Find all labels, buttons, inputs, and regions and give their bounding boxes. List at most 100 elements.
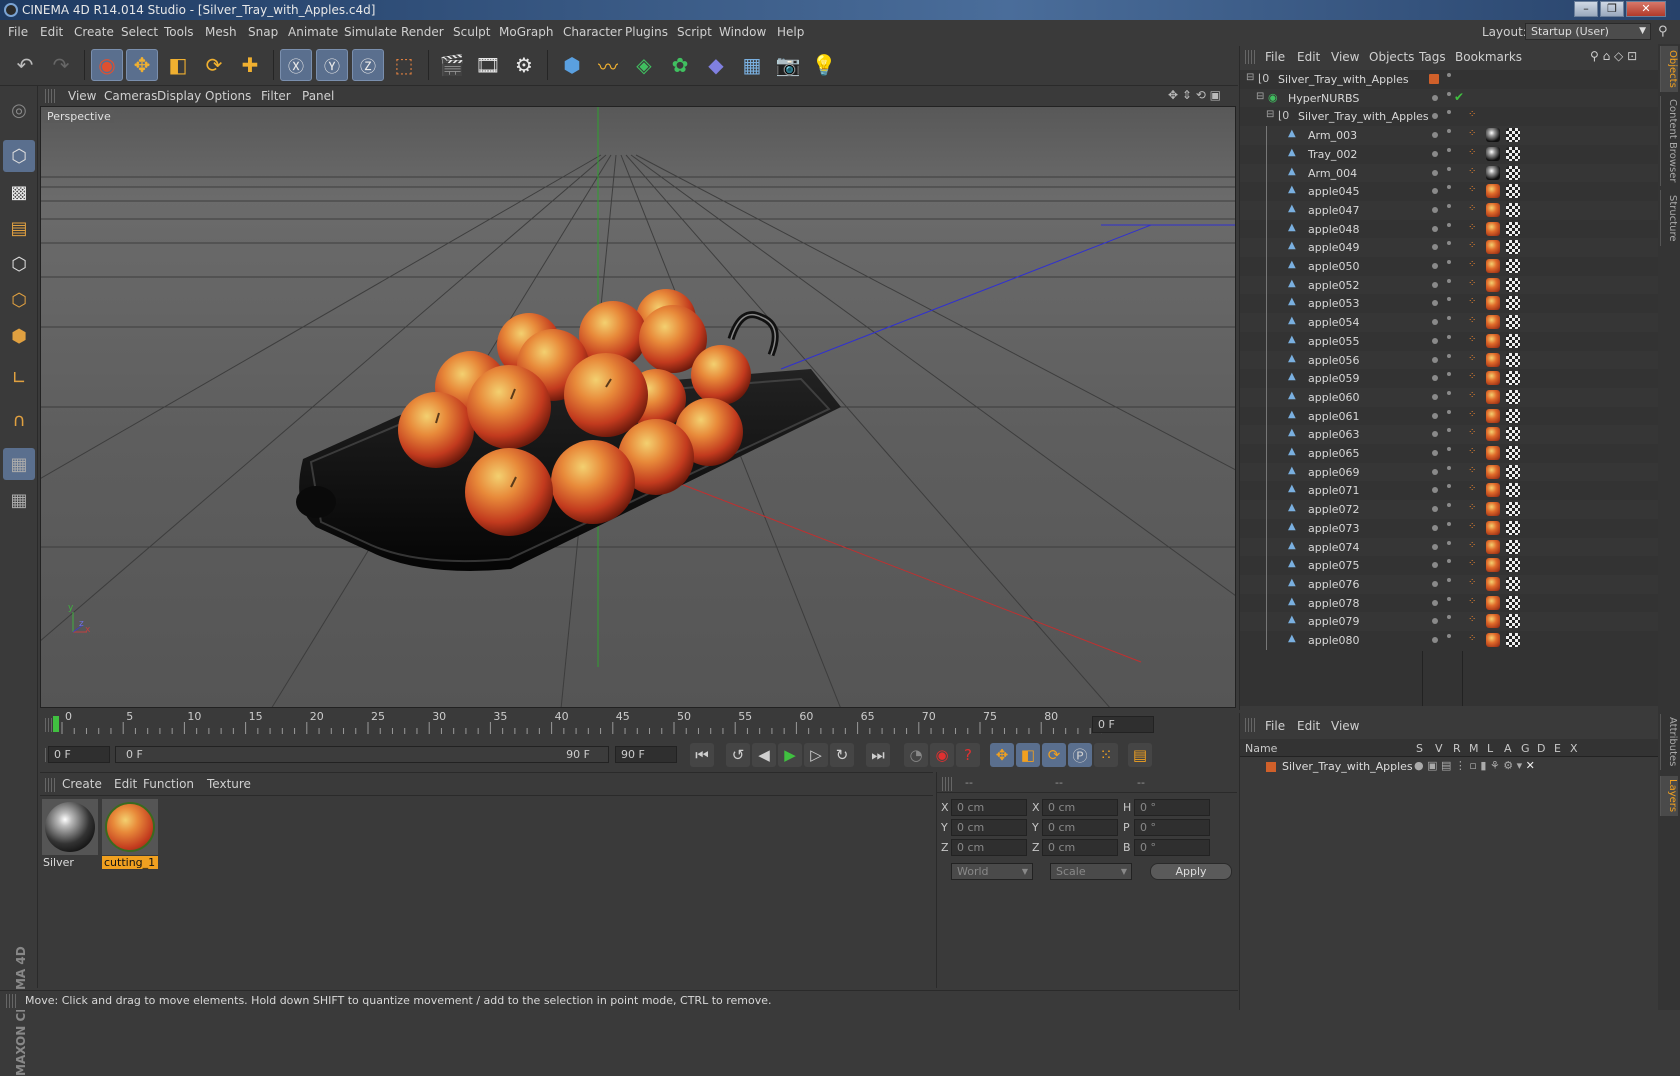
layer-menu-view[interactable]: View bbox=[1331, 719, 1359, 733]
editor-visibility-dot[interactable] bbox=[1432, 244, 1438, 251]
object-name[interactable]: apple061 bbox=[1308, 410, 1360, 423]
phong-tag-icon[interactable]: ⁘ bbox=[1468, 446, 1476, 457]
material-tag-icon[interactable] bbox=[1486, 389, 1500, 404]
object-row[interactable]: ▲ apple050 ⁘ bbox=[1240, 257, 1658, 277]
material-menu-edit[interactable]: Edit bbox=[114, 777, 137, 791]
size-x-field[interactable]: 0 cm bbox=[1042, 799, 1118, 816]
edges-mode-icon[interactable]: ⬡ bbox=[3, 284, 35, 316]
collapse-icon[interactable]: ⊟ bbox=[1266, 109, 1274, 120]
editor-visibility-dot[interactable] bbox=[1432, 206, 1438, 213]
object-row[interactable]: ▲ apple054 ⁘ bbox=[1240, 313, 1658, 334]
size-y-field[interactable]: 0 cm bbox=[1042, 819, 1118, 836]
object-menu-file[interactable]: File bbox=[1265, 50, 1285, 64]
menu-snap[interactable]: Snap bbox=[248, 25, 278, 39]
material-tag-icon[interactable] bbox=[1486, 371, 1500, 386]
texture-tag-icon[interactable] bbox=[1506, 502, 1520, 517]
locked-workplane-icon[interactable]: ▦ bbox=[3, 484, 35, 516]
texture-tag-icon[interactable] bbox=[1506, 633, 1520, 647]
phong-tag-icon[interactable]: ⁘ bbox=[1468, 633, 1476, 644]
viewport-menu-view[interactable]: View bbox=[68, 89, 96, 103]
array-icon[interactable]: ✿ bbox=[664, 49, 696, 81]
render-visibility-dot[interactable] bbox=[1447, 503, 1451, 508]
object-name[interactable]: apple069 bbox=[1308, 466, 1360, 479]
texture-tag-icon[interactable] bbox=[1506, 221, 1520, 236]
nurbs-icon[interactable]: ◈ bbox=[628, 49, 660, 81]
object-name[interactable]: apple055 bbox=[1308, 335, 1360, 348]
key-pla-icon[interactable]: ⁙ bbox=[1094, 743, 1118, 767]
texture-tag-icon[interactable] bbox=[1506, 483, 1520, 498]
object-name[interactable]: apple053 bbox=[1308, 297, 1360, 310]
object-name[interactable]: Silver_Tray_with_Apples bbox=[1298, 110, 1429, 123]
render-visibility-dot[interactable] bbox=[1447, 316, 1451, 321]
object-name[interactable]: apple045 bbox=[1308, 185, 1360, 198]
make-editable-icon[interactable]: ◎ bbox=[3, 94, 35, 126]
editor-visibility-dot[interactable] bbox=[1432, 150, 1438, 157]
render-visibility-dot[interactable] bbox=[1447, 110, 1451, 115]
texture-tag-icon[interactable] bbox=[1506, 184, 1520, 199]
maximize-button[interactable]: ❐ bbox=[1600, 1, 1624, 17]
render-visibility-dot[interactable] bbox=[1447, 559, 1451, 564]
phong-tag-icon[interactable]: ⁘ bbox=[1468, 502, 1476, 513]
phong-tag-icon[interactable]: ⁘ bbox=[1468, 259, 1476, 270]
move-tool-icon[interactable]: ✥ bbox=[126, 49, 158, 81]
texture-tag-icon[interactable] bbox=[1506, 259, 1520, 273]
menu-help[interactable]: Help bbox=[777, 25, 804, 39]
phong-tag-icon[interactable]: ⁘ bbox=[1468, 166, 1476, 177]
menu-mograph[interactable]: MoGraph bbox=[499, 25, 554, 39]
render-visibility-dot[interactable] bbox=[1447, 91, 1451, 96]
layer-flag-icons[interactable]: ● ▣ ▤ ⋮ ▫ ▮ ⚘ ⚙ ▾ ✕ bbox=[1414, 759, 1535, 772]
material-tag-icon[interactable] bbox=[1486, 352, 1500, 367]
polygons-mode-icon[interactable]: ⬢ bbox=[3, 320, 35, 352]
render-visibility-dot[interactable] bbox=[1447, 521, 1451, 526]
object-row[interactable]: ⊟ ◉ HyperNURBS ✔ bbox=[1240, 88, 1658, 109]
menu-sculpt[interactable]: Sculpt bbox=[453, 25, 490, 39]
y-axis-lock-icon[interactable]: Ⓨ bbox=[316, 49, 348, 81]
camera-icon[interactable]: 📷 bbox=[772, 49, 804, 81]
object-menu-edit[interactable]: Edit bbox=[1297, 50, 1320, 64]
key-parameter-icon[interactable]: Ⓟ bbox=[1068, 743, 1092, 767]
go-to-end-icon[interactable]: ⏭ bbox=[866, 743, 890, 767]
texture-tag-icon[interactable] bbox=[1506, 389, 1520, 404]
phong-tag-icon[interactable]: ⁘ bbox=[1468, 240, 1476, 251]
phong-tag-icon[interactable]: ⁘ bbox=[1468, 577, 1476, 588]
render-visibility-dot[interactable] bbox=[1447, 185, 1451, 190]
material-tag-icon[interactable] bbox=[1486, 259, 1500, 273]
object-name[interactable]: apple073 bbox=[1308, 522, 1360, 535]
material-tag-icon[interactable] bbox=[1486, 165, 1500, 180]
phong-tag-icon[interactable]: ⁘ bbox=[1468, 203, 1476, 214]
scheme-settings-icon[interactable]: ▤ bbox=[1128, 743, 1152, 767]
frame-range-slider[interactable]: 0 F 90 F bbox=[115, 746, 609, 763]
object-name[interactable]: Arm_004 bbox=[1308, 167, 1357, 180]
editor-visibility-dot[interactable] bbox=[1432, 599, 1438, 606]
material-cutting-1[interactable]: cutting_1 bbox=[102, 799, 158, 869]
texture-tag-icon[interactable] bbox=[1506, 371, 1520, 386]
end-frame-field[interactable]: 90 F bbox=[615, 746, 677, 763]
next-key-icon[interactable]: ↻ bbox=[830, 743, 854, 767]
close-button[interactable]: ✕ bbox=[1626, 1, 1666, 17]
editor-visibility-dot[interactable] bbox=[1432, 412, 1438, 419]
material-tag-icon[interactable] bbox=[1486, 539, 1500, 554]
phong-tag-icon[interactable]: ⁘ bbox=[1468, 353, 1476, 364]
layer-name[interactable]: Silver_Tray_with_Apples bbox=[1282, 760, 1413, 773]
material-tag-icon[interactable] bbox=[1486, 296, 1500, 311]
object-name[interactable]: apple076 bbox=[1308, 578, 1360, 591]
material-tag-icon[interactable] bbox=[1486, 277, 1500, 292]
material-tag-icon[interactable] bbox=[1486, 614, 1500, 629]
phong-tag-icon[interactable]: ⁘ bbox=[1468, 409, 1476, 420]
object-name[interactable]: apple079 bbox=[1308, 615, 1360, 628]
material-menu-function[interactable]: Function bbox=[143, 777, 194, 791]
object-name[interactable]: apple078 bbox=[1308, 597, 1360, 610]
object-menu-view[interactable]: View bbox=[1331, 50, 1359, 64]
object-row[interactable]: ▲ apple049 ⁘ bbox=[1240, 238, 1658, 259]
editor-visibility-dot[interactable] bbox=[1432, 543, 1438, 550]
editor-visibility-dot[interactable] bbox=[1429, 74, 1439, 84]
timeline-ruler[interactable]: 051015202530354045505560657075808590 0 F bbox=[40, 710, 1236, 740]
texture-tag-icon[interactable] bbox=[1506, 333, 1520, 348]
object-name[interactable]: apple048 bbox=[1308, 223, 1360, 236]
phong-tag-icon[interactable]: ⁘ bbox=[1468, 540, 1476, 551]
object-name[interactable]: HyperNURBS bbox=[1288, 92, 1359, 105]
render-visibility-dot[interactable] bbox=[1447, 241, 1451, 246]
rotate-tool-icon[interactable]: ⟳ bbox=[198, 49, 230, 81]
coordinate-space-select[interactable]: World ▼ bbox=[951, 863, 1033, 880]
object-row[interactable]: ▲ apple061 ⁘ bbox=[1240, 406, 1658, 427]
